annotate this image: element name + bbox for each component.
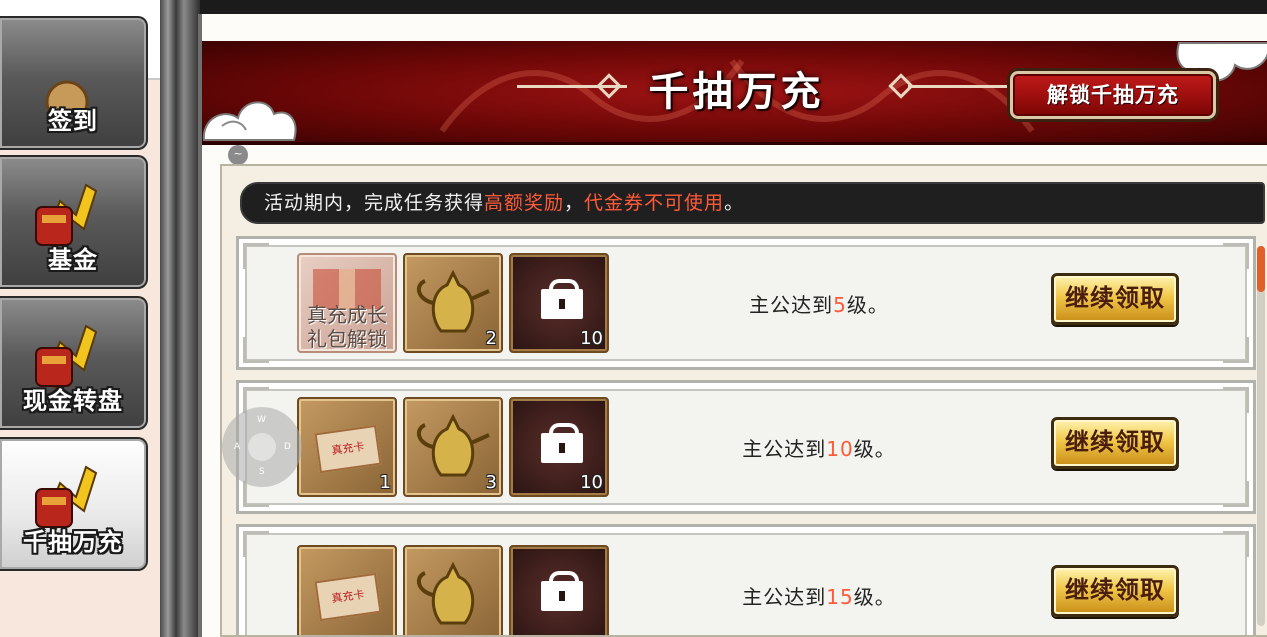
reward-recharge-card[interactable]: 真充卡 1 [297,397,397,497]
recharge-ticket-icon: 真充卡 [314,424,382,474]
main-panel: 千抽万充 解锁千抽万充 ~ 活动期内，完成任务获得高额奖励，代金券不可使用。 真… [198,14,1267,637]
lock-icon [541,423,583,463]
corner-ornament [243,243,269,269]
reward-quantity: 1 [379,472,391,493]
joystick-knob[interactable] [248,433,276,461]
corner-ornament [243,337,269,363]
corner-ornament [1223,531,1249,557]
cloud-ornament-icon [202,101,297,141]
corner-ornament [243,531,269,557]
reward-quantity: 2 [485,328,497,349]
sidebar-item-cash-wheel[interactable]: 现金转盘 [0,296,148,430]
joystick-key-down: S [259,467,265,477]
reward-card-label: 真充成长 礼包解锁 [299,303,395,351]
corner-ornament [1223,337,1249,363]
notice-suffix: 。 [724,192,745,214]
recharge-ticket-icon: 真充卡 [314,572,382,622]
reward-locked-chest[interactable]: 10 [509,397,609,497]
reward-locked-chest[interactable]: 10 [509,253,609,353]
sidebar-item-label: 签到 [48,107,98,135]
condition-level: 15 [826,585,854,609]
card-label-line: 礼包解锁 [307,327,387,351]
condition-level: 5 [833,293,847,317]
sidebar-item-checkin[interactable]: 签到 [0,16,148,150]
notice-text: 活动期内，完成任务获得 [264,192,485,214]
sidebar-item-label: 千抽万充 [23,528,123,556]
joystick-key-left: A [234,442,241,452]
condition-suffix: 级。 [846,293,889,317]
reward-quantity: 3 [485,472,497,493]
virtual-joystick[interactable]: W A D S [222,407,302,487]
task-list: 活动期内，完成任务获得高额奖励，代金券不可使用。 真充成长 礼包解锁 2 10 … [220,164,1267,637]
joystick-key-up: W [257,415,266,425]
notice-separator: ， [564,192,585,214]
corner-ornament [1223,243,1249,269]
panel-frame [160,0,200,637]
task-row: 真充卡 主公达到15级。 继续领取 [236,524,1256,635]
sidebar-item-thousand-draws[interactable]: 千抽万充 [0,437,148,571]
reward-golden-ewer[interactable]: 2 [403,253,503,353]
reward-quantity: 10 [580,328,603,349]
corner-ornament [1223,481,1249,507]
sidebar-item-fund[interactable]: 基金 [0,155,148,289]
card-label-line: 真充成长 [307,303,387,327]
reward-locked-chest[interactable] [509,545,609,635]
continue-claim-button[interactable]: 继续领取 [1051,417,1179,469]
notice-highlight-reward: 高额奖励 [484,192,565,214]
condition-prefix: 主公达到 [742,585,827,609]
task-row: 真充成长 礼包解锁 2 10 主公达到5级。 继续领取 [236,236,1256,370]
sidebar-item-label: 现金转盘 [23,387,123,415]
lock-icon [541,279,583,319]
reward-golden-ewer[interactable] [403,545,503,635]
reward-growth-pack[interactable]: 真充成长 礼包解锁 [297,253,397,353]
reward-recharge-card[interactable]: 真充卡 [297,545,397,635]
event-banner: 千抽万充 解锁千抽万充 [202,41,1267,145]
info-icon[interactable]: ~ [228,145,248,165]
reward-golden-ewer[interactable]: 3 [403,397,503,497]
notice-highlight-voucher: 代金券不可使用 [584,192,725,214]
continue-claim-button[interactable]: 继续领取 [1051,273,1179,325]
sidebar: 签到 基金 现金转盘 千抽万充 [0,0,170,637]
task-condition: 主公达到5级。 [659,289,979,318]
growth-arrow-icon [35,183,98,249]
checkin-emblem-icon [45,80,89,112]
condition-suffix: 级。 [853,585,896,609]
lock-icon [541,571,583,611]
unlock-button[interactable]: 解锁千抽万充 [1010,71,1216,119]
growth-arrow-icon [35,324,98,390]
condition-suffix: 级。 [853,437,896,461]
condition-level: 10 [826,437,854,461]
list-scrollbar[interactable] [1257,246,1265,626]
condition-prefix: 主公达到 [742,437,827,461]
reward-quantity: 10 [580,472,603,493]
corner-ornament [1223,387,1249,413]
joystick-key-right: D [284,442,291,452]
growth-arrow-icon [35,465,98,531]
condition-prefix: 主公达到 [749,293,834,317]
sidebar-item-label: 基金 [48,246,98,274]
task-condition: 主公达到15级。 [659,581,979,610]
event-notice: 活动期内，完成任务获得高额奖励，代金券不可使用。 [240,182,1265,224]
golden-ewer-icon [416,561,475,625]
continue-claim-button[interactable]: 继续领取 [1051,565,1179,617]
scrollbar-thumb[interactable] [1257,246,1265,292]
task-row: 真充卡 1 3 10 主公达到10级。 继续领取 [236,380,1256,514]
task-condition: 主公达到10级。 [659,433,979,462]
